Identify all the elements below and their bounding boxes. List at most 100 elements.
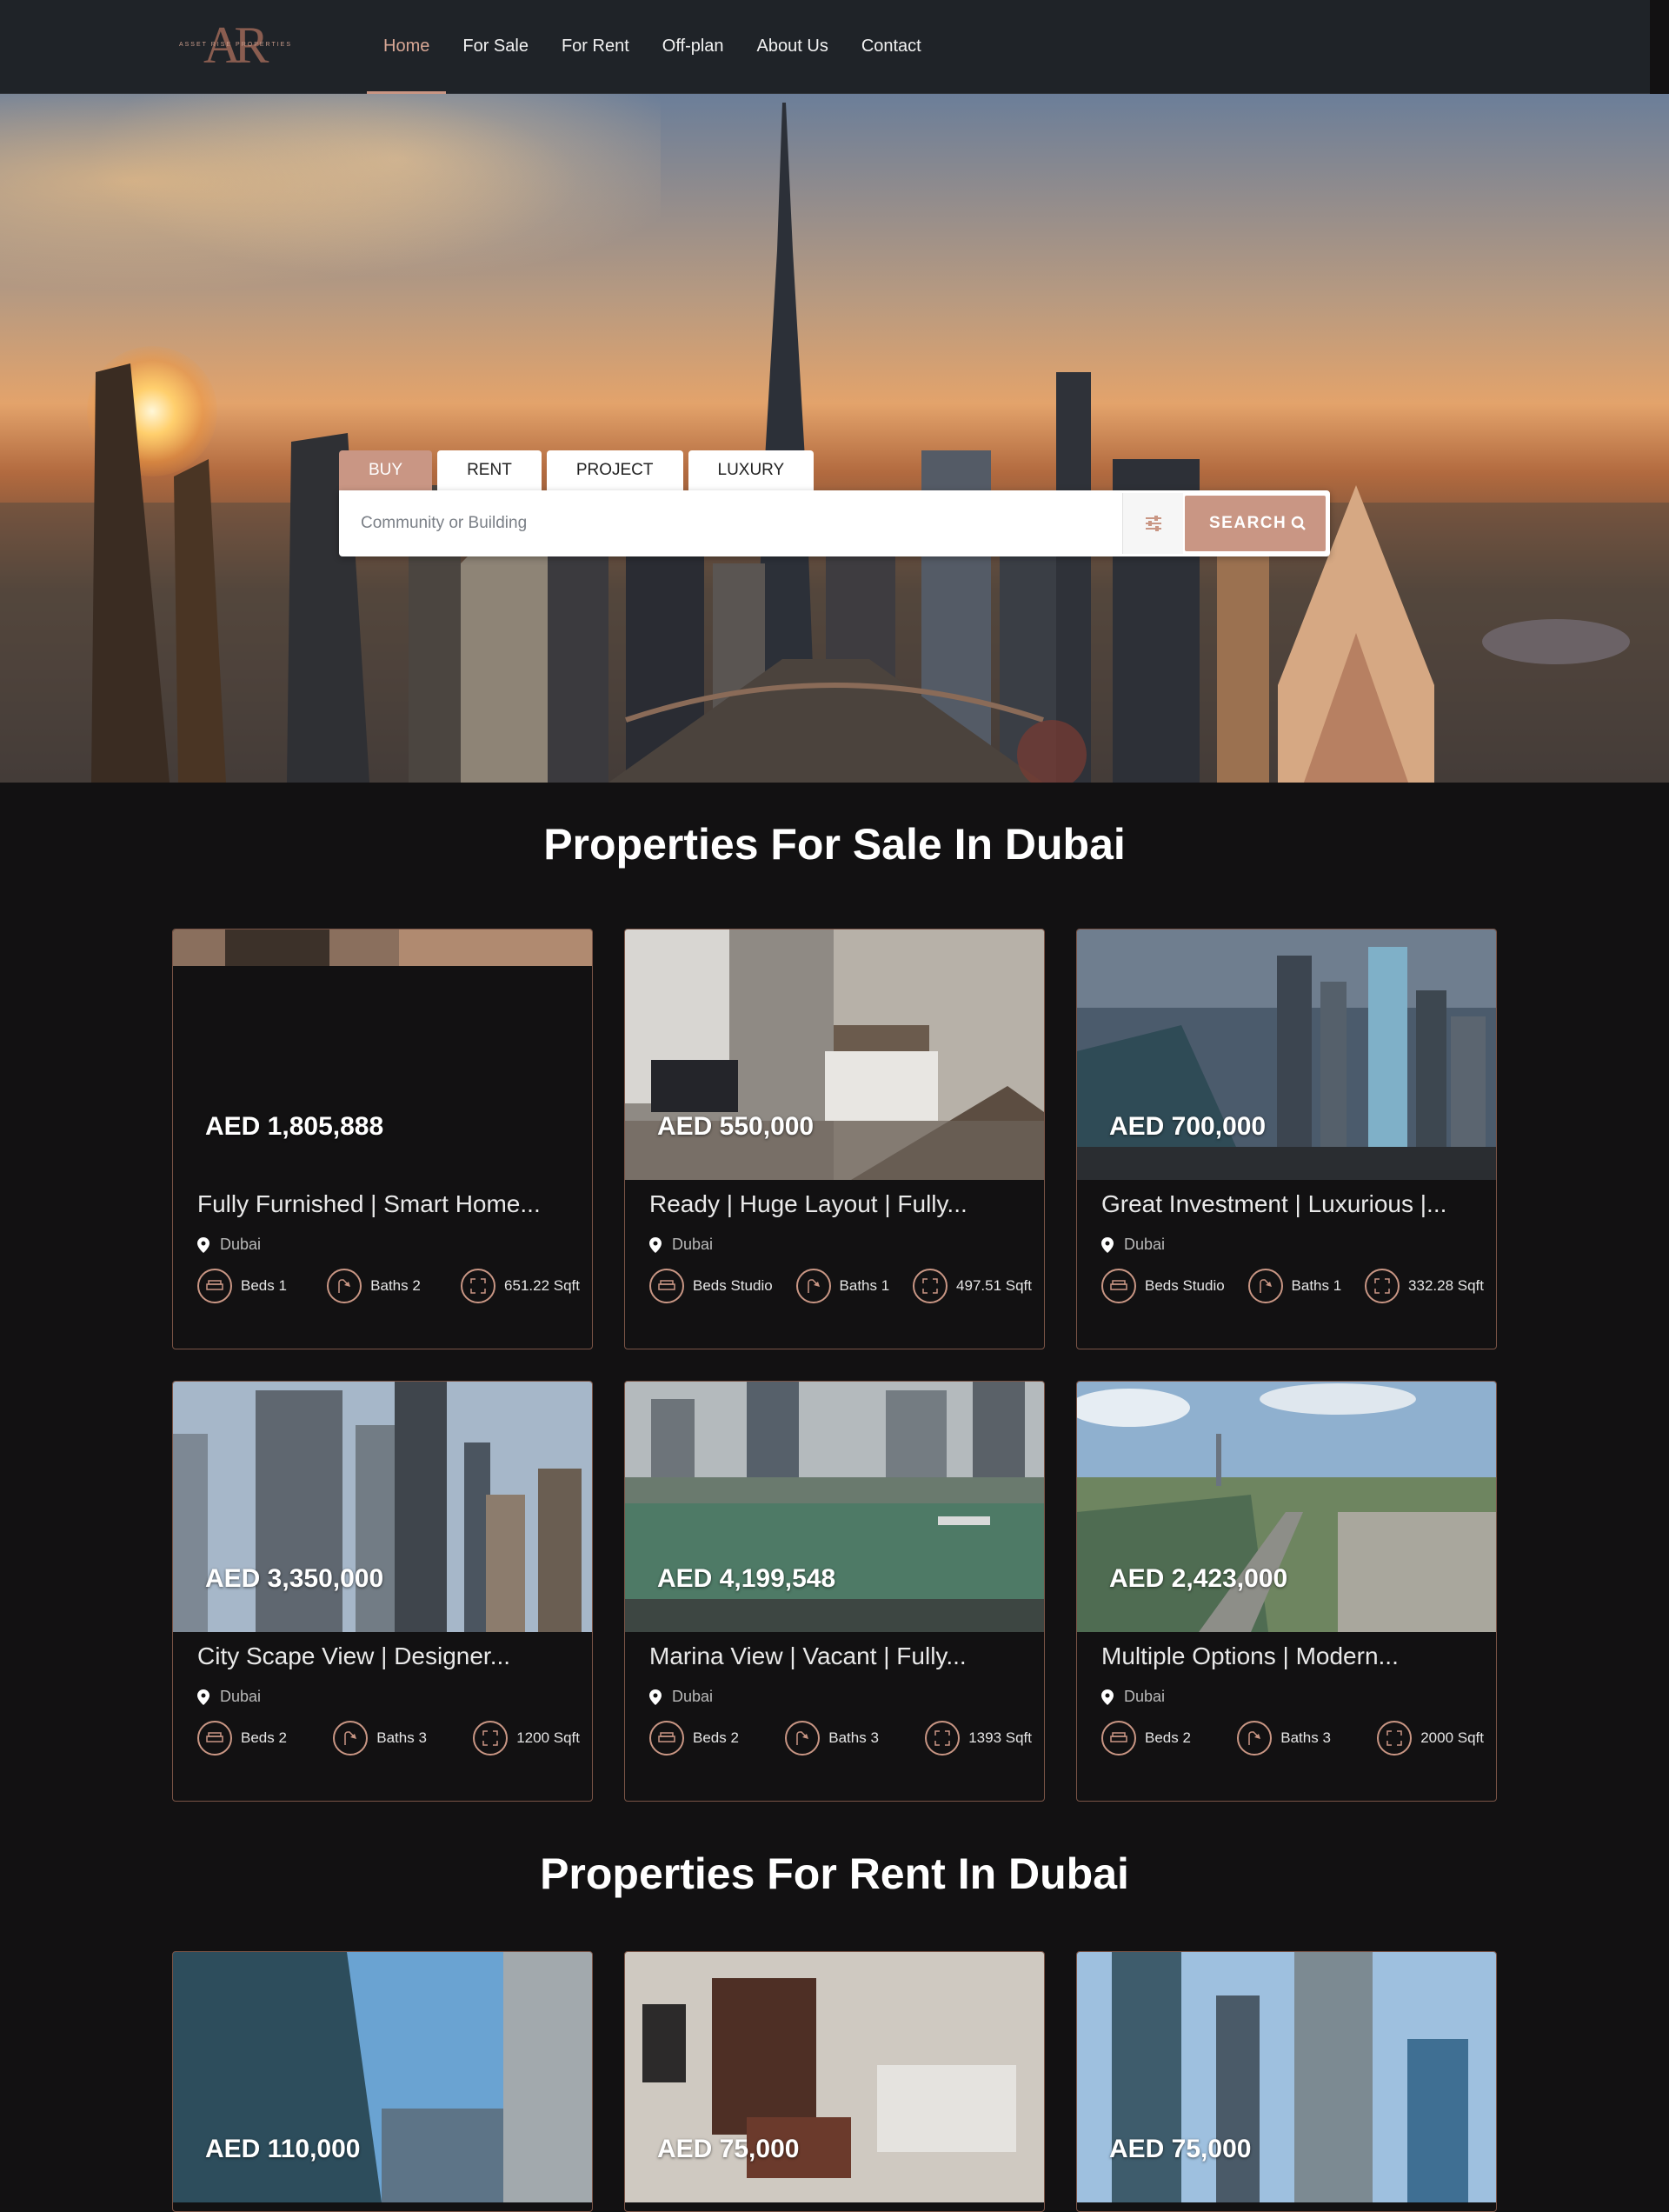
property-title[interactable]: Great Investment | Luxurious |... [1101, 1190, 1475, 1218]
property-title[interactable]: Marina View | Vacant | Fully... [649, 1642, 1023, 1670]
property-image [625, 929, 1044, 1180]
tab-rent[interactable]: RENT [437, 450, 542, 490]
expand-icon [473, 1721, 509, 1756]
property-card[interactable]: AED 2,423,000 Multiple Options | Modern.… [1076, 1381, 1497, 1802]
beds-feature: Beds Studio [1101, 1269, 1225, 1303]
baths-feature: Baths 1 [1247, 1269, 1341, 1303]
property-location: Dubai [1101, 1236, 1165, 1254]
location-text: Dubai [672, 1236, 714, 1253]
main-menu: Home For Sale For Rent Off-plan About Us… [367, 0, 938, 94]
area-label: 497.51 Sqft [956, 1277, 1032, 1294]
tab-project[interactable]: PROJECT [546, 450, 683, 490]
search-button[interactable]: SEARCH [1185, 496, 1326, 551]
search-icon [1291, 516, 1306, 530]
property-image [625, 1952, 1044, 2202]
nav-home[interactable]: Home [367, 0, 447, 94]
search-input[interactable]: Community or Building [342, 493, 1124, 554]
location-pin-icon [649, 1689, 662, 1705]
area-feature: 2000 Sqft [1377, 1721, 1484, 1756]
beds-label: Beds 2 [693, 1729, 739, 1746]
nav-contact[interactable]: Contact [845, 0, 938, 94]
property-price: AED 4,199,548 [657, 1564, 836, 1593]
nav-off-plan[interactable]: Off-plan [646, 0, 741, 94]
search-bar: Community or Building SEARCH [339, 490, 1330, 556]
property-card[interactable]: AED 1,805,888 Fully Furnished | Smart Ho… [172, 929, 593, 1349]
property-location: Dubai [197, 1688, 261, 1706]
area-label: 1393 Sqft [968, 1729, 1032, 1746]
bed-icon [649, 1269, 684, 1303]
property-features: Beds Studio Baths 1 497.51 Sqft [649, 1269, 1032, 1303]
property-image [1077, 1952, 1496, 2202]
property-card[interactable]: AED 75,000 [624, 1951, 1045, 2212]
baths-feature: Baths 3 [333, 1721, 427, 1756]
property-image [173, 1952, 592, 2202]
property-price: AED 3,350,000 [205, 1564, 384, 1593]
tab-luxury[interactable]: LUXURY [688, 450, 815, 490]
area-label: 2000 Sqft [1420, 1729, 1484, 1746]
filter-button[interactable] [1122, 493, 1183, 554]
property-image [625, 1382, 1044, 1632]
sale-section-title: Properties For Sale In Dubai [543, 820, 1126, 869]
property-title[interactable]: Ready | Huge Layout | Fully... [649, 1190, 1023, 1218]
shower-icon [327, 1269, 362, 1303]
property-title[interactable]: Fully Furnished | Smart Home... [197, 1190, 571, 1218]
property-location: Dubai [1101, 1688, 1165, 1706]
baths-label: Baths 2 [370, 1277, 421, 1294]
property-features: Beds 2 Baths 3 1200 Sqft [197, 1721, 580, 1756]
property-card[interactable]: AED 3,350,000 City Scape View | Designer… [172, 1381, 593, 1802]
property-image [173, 929, 592, 1180]
property-location: Dubai [649, 1236, 713, 1254]
property-image [1077, 929, 1496, 1180]
beds-feature: Beds 1 [197, 1269, 287, 1303]
property-card[interactable]: AED 550,000 Ready | Huge Layout | Fully.… [624, 929, 1045, 1349]
baths-feature: Baths 2 [327, 1269, 421, 1303]
location-text: Dubai [220, 1688, 262, 1705]
baths-label: Baths 3 [1280, 1729, 1331, 1746]
area-label: 332.28 Sqft [1408, 1277, 1484, 1294]
expand-icon [1377, 1721, 1413, 1756]
beds-label: Beds Studio [1145, 1277, 1225, 1294]
shower-icon [333, 1721, 369, 1756]
property-features: Beds 1 Baths 2 651.22 Sqft [197, 1269, 580, 1303]
baths-feature: Baths 3 [1237, 1721, 1331, 1756]
area-feature: 497.51 Sqft [913, 1269, 1032, 1303]
location-text: Dubai [220, 1236, 262, 1253]
shower-icon [785, 1721, 821, 1756]
property-image [173, 1382, 592, 1632]
site-logo[interactable]: AR ASSET RISE PROPERTIES [170, 16, 301, 75]
beds-label: Beds 1 [241, 1277, 287, 1294]
area-feature: 651.22 Sqft [461, 1269, 580, 1303]
nav-for-rent[interactable]: For Rent [545, 0, 646, 94]
nav-about-us[interactable]: About Us [741, 0, 845, 94]
sliders-icon [1146, 516, 1161, 531]
property-features: Beds 2 Baths 3 2000 Sqft [1101, 1721, 1484, 1756]
tab-buy[interactable]: BUY [339, 450, 433, 490]
baths-feature: Baths 3 [785, 1721, 879, 1756]
property-card[interactable]: AED 110,000 [172, 1951, 593, 2212]
property-title[interactable]: City Scape View | Designer... [197, 1642, 571, 1670]
property-title[interactable]: Multiple Options | Modern... [1101, 1642, 1475, 1670]
property-card[interactable]: AED 4,199,548 Marina View | Vacant | Ful… [624, 1381, 1045, 1802]
property-price: AED 1,805,888 [205, 1112, 384, 1141]
expand-icon [461, 1269, 496, 1303]
area-feature: 1393 Sqft [925, 1721, 1032, 1756]
shower-icon [1237, 1721, 1273, 1756]
logo-subtitle: ASSET RISE PROPERTIES [178, 42, 293, 48]
property-card[interactable]: AED 700,000 Great Investment | Luxurious… [1076, 929, 1497, 1349]
expand-icon [913, 1269, 948, 1303]
nav-for-sale[interactable]: For Sale [446, 0, 545, 94]
property-price: AED 75,000 [1109, 2135, 1252, 2163]
bed-icon [1101, 1269, 1136, 1303]
beds-feature: Beds 2 [1101, 1721, 1191, 1756]
search-button-label: SEARCH [1209, 514, 1287, 532]
hero-banner: BUY RENT PROJECT LUXURY Community or Bui… [0, 94, 1669, 783]
property-price: AED 550,000 [657, 1112, 815, 1141]
baths-label: Baths 3 [376, 1729, 427, 1746]
property-card[interactable]: AED 75,000 [1076, 1951, 1497, 2212]
location-pin-icon [197, 1236, 209, 1253]
area-feature: 332.28 Sqft [1365, 1269, 1484, 1303]
rent-section-title: Properties For Rent In Dubai [540, 1849, 1129, 1898]
location-pin-icon [1101, 1689, 1114, 1705]
bed-icon [1101, 1721, 1136, 1756]
baths-label: Baths 1 [839, 1277, 890, 1294]
